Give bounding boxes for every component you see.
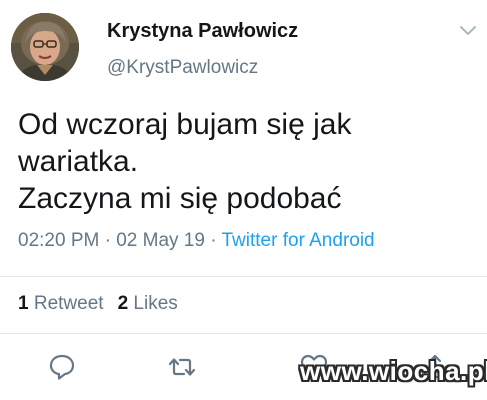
divider xyxy=(0,276,487,277)
tweet-stats: 1 Retweet 2 Likes xyxy=(18,293,178,315)
reply-icon[interactable] xyxy=(47,352,77,382)
meta-separator: · xyxy=(99,230,117,251)
retweet-stat[interactable]: 1 Retweet xyxy=(18,293,104,314)
tweet-date[interactable]: 02 May 19 xyxy=(116,230,205,251)
author-name[interactable]: Krystyna Pawłowicz xyxy=(107,20,298,43)
retweet-label: Retweet xyxy=(33,293,104,314)
author-handle[interactable]: @KrystPawlowicz xyxy=(107,57,258,79)
likes-stat[interactable]: 2 Likes xyxy=(118,293,178,314)
tweet-line: wariatka. xyxy=(18,145,139,178)
tweet-line: Zaczyna mi się podobać xyxy=(18,182,342,215)
tweet-time[interactable]: 02:20 PM xyxy=(18,230,99,251)
retweet-count: 1 xyxy=(18,293,29,314)
tweet-text: Od wczoraj bujam się jak wariatka. Zaczy… xyxy=(18,106,473,217)
tweet-source[interactable]: Twitter for Android xyxy=(222,230,375,251)
divider xyxy=(0,333,487,334)
avatar-image xyxy=(11,13,79,81)
likes-label: Likes xyxy=(133,293,178,314)
watermark: www.wiocha.pl xyxy=(300,356,487,386)
likes-count: 2 xyxy=(117,293,129,314)
retweet-icon[interactable] xyxy=(167,352,197,382)
chevron-down-icon[interactable] xyxy=(459,24,477,38)
meta-separator: · xyxy=(204,230,222,251)
tweet-line: Od wczoraj bujam się jak xyxy=(18,108,352,141)
tweet-meta: 02:20 PM · 02 May 19 · Twitter for Andro… xyxy=(18,230,375,252)
avatar[interactable] xyxy=(11,13,79,81)
tweet-card: Krystyna Pawłowicz @KrystPawlowicz Od wc… xyxy=(0,0,487,400)
